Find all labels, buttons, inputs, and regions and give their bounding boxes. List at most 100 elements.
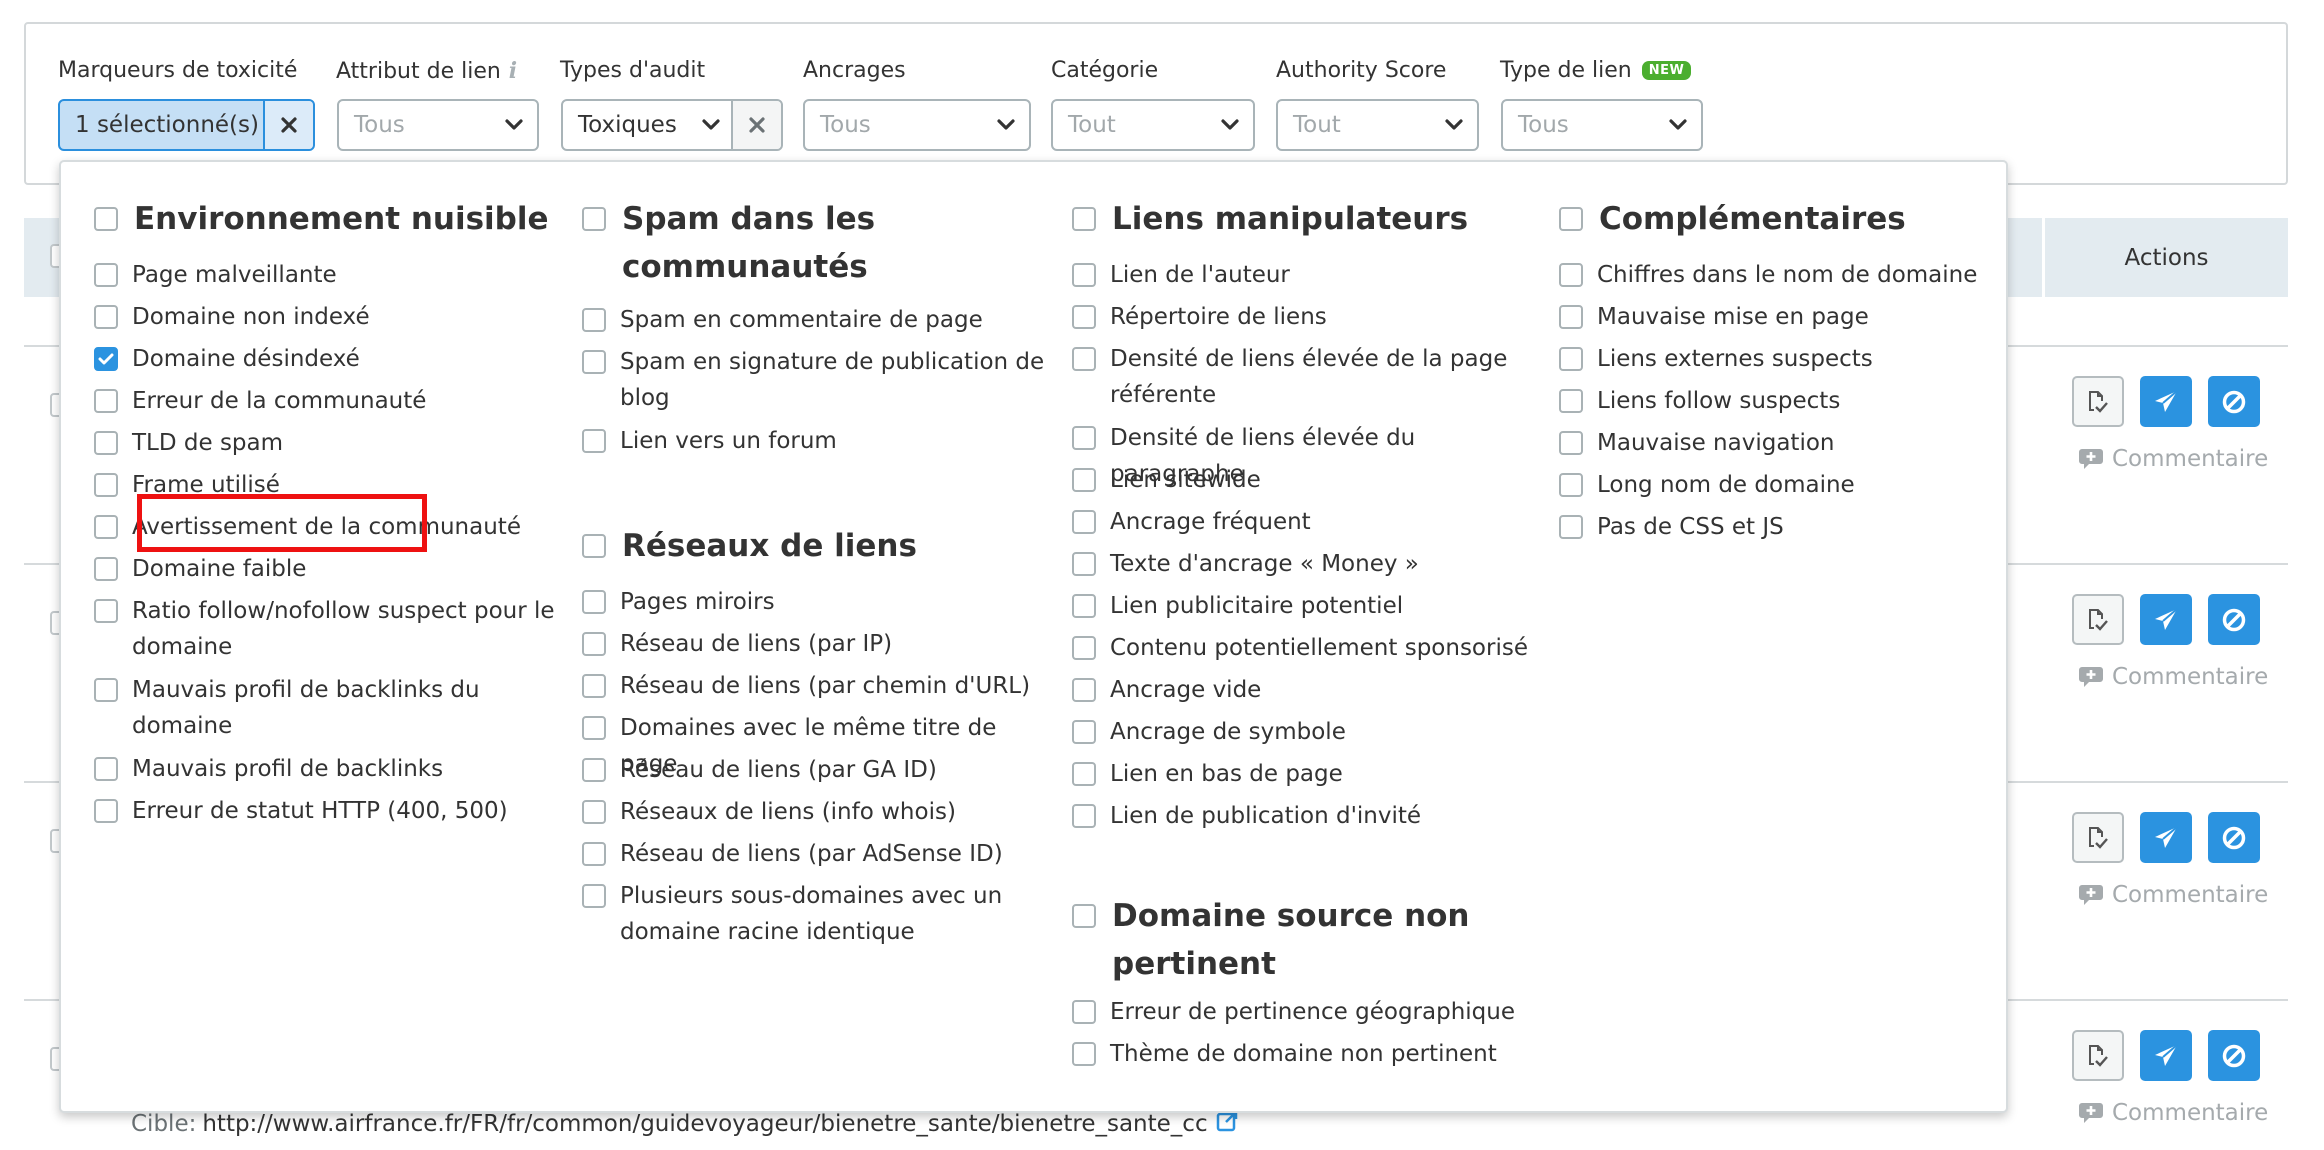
checkbox[interactable] [1072, 263, 1096, 287]
toxicity-marker-option[interactable]: Réseau de liens (par chemin d'URL) [582, 668, 1052, 704]
category-select[interactable]: Tout [1051, 99, 1255, 151]
checkbox[interactable] [582, 758, 606, 782]
toxicity-marker-option[interactable]: Liens externes suspects [1559, 341, 2009, 377]
group-0-header[interactable]: Environnement nuisible [94, 195, 564, 243]
checkbox[interactable] [1072, 468, 1096, 492]
checkbox[interactable] [582, 632, 606, 656]
checkbox[interactable] [1072, 347, 1096, 371]
checkbox[interactable] [94, 557, 118, 581]
checkbox[interactable] [582, 800, 606, 824]
checkbox[interactable] [1072, 552, 1096, 576]
toxicity-marker-option[interactable]: Thème de domaine non pertinent [1072, 1036, 1542, 1072]
checkbox[interactable] [1559, 515, 1583, 539]
checkbox[interactable] [94, 431, 118, 455]
checkbox[interactable] [94, 599, 118, 623]
toxicity-marker-option[interactable]: TLD de spam [94, 425, 564, 461]
disavow-button[interactable] [2208, 376, 2260, 427]
checkbox[interactable] [1072, 720, 1096, 744]
checkbox[interactable] [1072, 804, 1096, 828]
send-button[interactable] [2140, 1030, 2192, 1081]
checkbox[interactable] [1559, 347, 1583, 371]
checkbox[interactable] [94, 515, 118, 539]
toxicity-marker-option[interactable]: Texte d'ancrage « Money » [1072, 546, 1542, 582]
checkbox[interactable] [582, 842, 606, 866]
checkbox[interactable] [1559, 431, 1583, 455]
toxicity-marker-option[interactable]: Lien de l'auteur [1072, 257, 1542, 293]
toxicity-marker-option[interactable]: Lien sitewide [1072, 462, 1542, 498]
group-checkbox[interactable] [94, 207, 118, 231]
checkbox[interactable] [582, 429, 606, 453]
external-link-icon[interactable] [1216, 1110, 1238, 1138]
toxicity-marker-option[interactable]: Réseau de liens (par AdSense ID) [582, 836, 1052, 872]
checkbox[interactable] [582, 308, 606, 332]
checkbox[interactable] [94, 263, 118, 287]
toxicity-marker-option[interactable]: Domaine faible [94, 551, 564, 587]
add-comment-button[interactable]: Commentaire [2078, 1100, 2268, 1126]
review-button[interactable] [2072, 812, 2124, 863]
toxicity-marker-option[interactable]: Lien en bas de page [1072, 756, 1542, 792]
checkbox[interactable] [582, 716, 606, 740]
checkbox[interactable] [94, 389, 118, 413]
target-url-link[interactable]: http://www.airfrance.fr/FR/fr/common/gui… [202, 1111, 1207, 1137]
send-button[interactable] [2140, 594, 2192, 645]
toxicity-marker-option[interactable]: Erreur de statut HTTP (400, 500) [94, 793, 564, 829]
checkbox[interactable] [1072, 678, 1096, 702]
toxicity-marker-option[interactable]: Mauvaise navigation [1559, 425, 2009, 461]
checkbox[interactable] [1072, 510, 1096, 534]
send-button[interactable] [2140, 376, 2192, 427]
add-comment-button[interactable]: Commentaire [2078, 664, 2268, 690]
group-checkbox[interactable] [582, 534, 606, 558]
checkbox[interactable] [94, 799, 118, 823]
add-comment-button[interactable]: Commentaire [2078, 882, 2268, 908]
toxicity-marker-option[interactable]: Lien de publication d'invité [1072, 798, 1542, 834]
review-button[interactable] [2072, 1030, 2124, 1081]
toxicity-marker-option[interactable]: Répertoire de liens [1072, 299, 1542, 335]
toxicity-clear-button[interactable] [263, 101, 313, 149]
toxicity-marker-option[interactable]: Chiffres dans le nom de domaine [1559, 257, 2009, 293]
audit-types-select[interactable]: Toxiques [561, 99, 783, 151]
toxicity-marker-option[interactable]: Lien publicitaire potentiel [1072, 588, 1542, 624]
group-checkbox[interactable] [1072, 904, 1096, 928]
checkbox[interactable] [1559, 473, 1583, 497]
checkbox[interactable] [582, 674, 606, 698]
authority-score-select[interactable]: Tout [1276, 99, 1479, 151]
toxicity-marker-option[interactable]: Pages miroirs [582, 584, 1052, 620]
checkbox[interactable] [1559, 305, 1583, 329]
toxicity-marker-option[interactable]: Ancrage de symbole [1072, 714, 1542, 750]
review-button[interactable] [2072, 376, 2124, 427]
toxicity-marker-option[interactable]: Erreur de pertinence géographique [1072, 994, 1542, 1030]
review-button[interactable] [2072, 594, 2124, 645]
toxicity-marker-option[interactable]: Contenu potentiellement sponsorisé [1072, 630, 1542, 666]
checkbox[interactable] [94, 757, 118, 781]
toxicity-marker-option[interactable]: Ancrage fréquent [1072, 504, 1542, 540]
toxicity-marker-option[interactable]: Mauvais profil de backlinks du domaine [94, 672, 564, 744]
toxicity-marker-option[interactable]: Long nom de domaine [1559, 467, 2009, 503]
group-2-header[interactable]: Réseaux de liens [582, 522, 1052, 570]
toxicity-marker-option[interactable]: Mauvaise mise en page [1559, 299, 2009, 335]
checkbox[interactable] [1072, 1000, 1096, 1024]
toxicity-marker-option[interactable]: Densité de liens élevée de la page référ… [1072, 341, 1542, 413]
toxicity-marker-option[interactable]: Lien vers un forum [582, 423, 1052, 459]
toxicity-marker-option[interactable]: Réseau de liens (par GA ID) [582, 752, 1052, 788]
toxicity-select[interactable]: 1 sélectionné(s) [58, 99, 315, 151]
toxicity-marker-option[interactable]: Domaine non indexé [94, 299, 564, 335]
checkbox[interactable] [1072, 594, 1096, 618]
disavow-button[interactable] [2208, 1030, 2260, 1081]
disavow-button[interactable] [2208, 594, 2260, 645]
group-3-header[interactable]: Liens manipulateurs [1072, 195, 1542, 243]
toxicity-marker-option[interactable]: Spam en commentaire de page [582, 302, 1052, 338]
group-5-header[interactable]: Complémentaires [1559, 195, 2009, 243]
toxicity-marker-option[interactable]: Liens follow suspects [1559, 383, 2009, 419]
checkbox[interactable] [1559, 263, 1583, 287]
checkbox[interactable] [582, 590, 606, 614]
checkbox[interactable] [94, 678, 118, 702]
checkbox[interactable] [1072, 636, 1096, 660]
toxicity-marker-option[interactable]: Réseaux de liens (info whois) [582, 794, 1052, 830]
audit-types-clear-button[interactable] [731, 101, 781, 149]
checkbox[interactable] [1559, 389, 1583, 413]
toxicity-marker-option[interactable]: Erreur de la communauté [94, 383, 564, 419]
group-checkbox[interactable] [1072, 207, 1096, 231]
link-type-select[interactable]: Tous [1501, 99, 1703, 151]
toxicity-marker-option[interactable]: Domaine désindexé [94, 341, 564, 377]
toxicity-marker-option[interactable]: Ratio follow/nofollow suspect pour le do… [94, 593, 564, 665]
